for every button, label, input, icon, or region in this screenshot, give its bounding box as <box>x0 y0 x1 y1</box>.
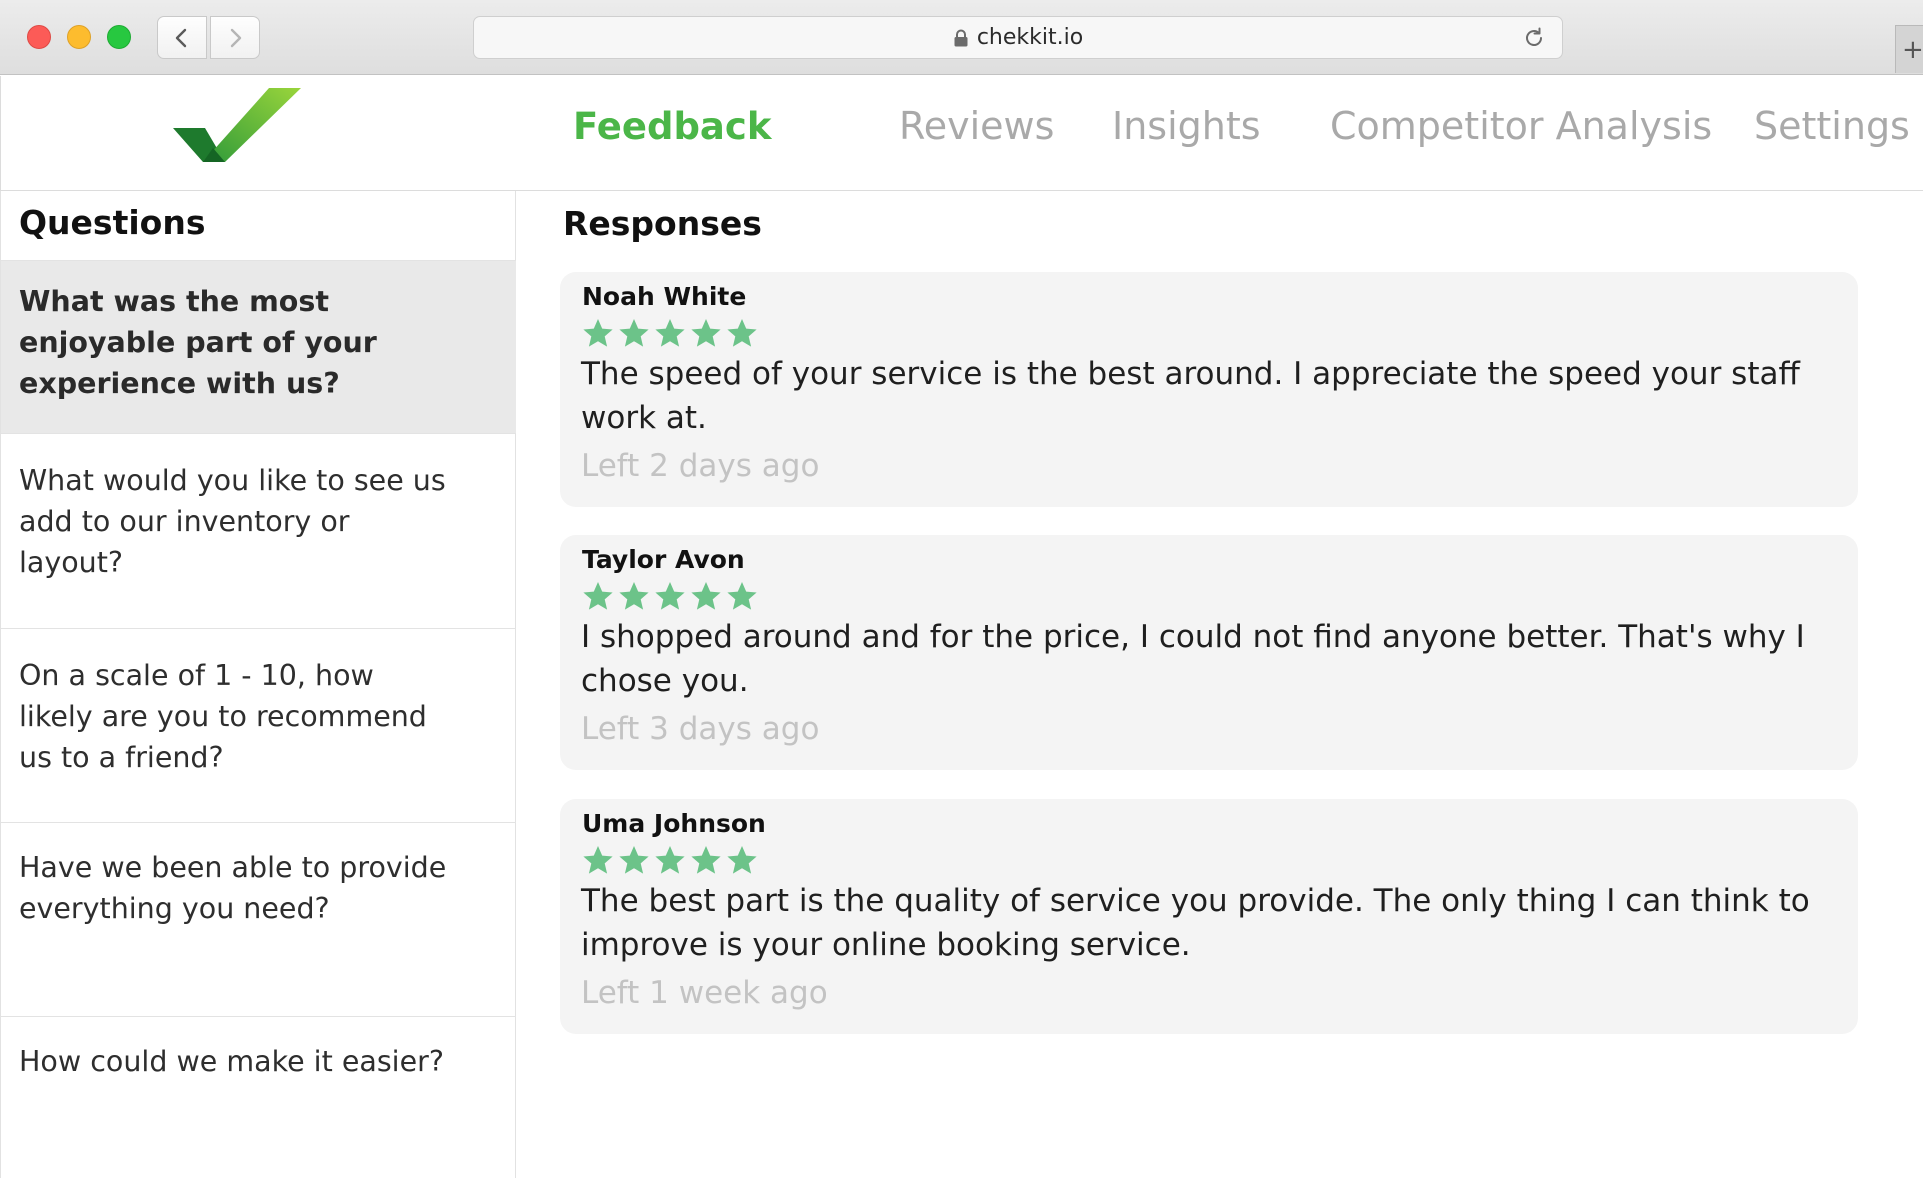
browser-toolbar: chekkit.io + <box>0 0 1923 75</box>
star-icon <box>619 846 649 874</box>
checkmark-logo[interactable] <box>173 88 303 170</box>
zoom-window-button[interactable] <box>107 25 131 49</box>
response-author: Taylor Avon <box>582 545 745 574</box>
nav-tab-feedback[interactable]: Feedback <box>573 105 771 148</box>
question-list: What was the most enjoyable part of your… <box>1 260 516 1178</box>
star-icon <box>727 582 757 610</box>
star-icon <box>691 582 721 610</box>
star-rating <box>582 581 758 612</box>
reload-icon[interactable] <box>1522 26 1546 50</box>
response-card: Taylor Avon I shopped around and for the… <box>560 535 1858 770</box>
star-icon <box>583 846 613 874</box>
response-author: Noah White <box>582 282 747 311</box>
response-timestamp: Left 3 days ago <box>581 711 820 747</box>
address-bar[interactable]: chekkit.io <box>473 16 1563 59</box>
chevron-right-icon <box>230 28 242 47</box>
question-text: What would you like to see us add to our… <box>19 464 446 579</box>
chevron-left-icon <box>175 28 187 47</box>
star-icon <box>619 582 649 610</box>
nav-tab-competitor-analysis[interactable]: Competitor Analysis <box>1330 104 1712 148</box>
question-text: What was the most enjoyable part of your… <box>19 285 377 400</box>
question-text: Have we been able to provide everything … <box>19 851 447 925</box>
response-card: Uma Johnson The best part is the quality… <box>560 799 1858 1034</box>
plus-icon: + <box>1902 34 1923 65</box>
response-timestamp: Left 2 days ago <box>581 448 820 484</box>
question-item[interactable]: What would you like to see us add to our… <box>1 433 516 628</box>
response-text: The speed of your service is the best ar… <box>581 356 1800 436</box>
questions-pane: Questions What was the most enjoyable pa… <box>0 191 516 1178</box>
app-header: Feedback Reviews Insights Competitor Ana… <box>0 76 1923 191</box>
lock-icon <box>954 29 968 46</box>
url-text: chekkit.io <box>976 25 1084 50</box>
close-window-button[interactable] <box>27 25 51 49</box>
response-timestamp: Left 1 week ago <box>581 975 828 1011</box>
question-item[interactable]: On a scale of 1 - 10, how likely are you… <box>1 628 516 822</box>
response-text: I shopped around and for the price, I co… <box>581 619 1805 699</box>
question-item[interactable]: What was the most enjoyable part of your… <box>1 260 516 433</box>
response-card: Noah White The speed of your service is … <box>560 272 1858 507</box>
back-button[interactable] <box>157 16 207 59</box>
response-author: Uma Johnson <box>582 809 766 838</box>
star-icon <box>691 846 721 874</box>
question-item[interactable]: Have we been able to provide everything … <box>1 822 516 1016</box>
star-icon <box>727 319 757 347</box>
star-rating <box>582 318 758 349</box>
star-icon <box>655 846 685 874</box>
star-icon <box>655 582 685 610</box>
responses-title: Responses <box>563 204 762 243</box>
star-icon <box>691 319 721 347</box>
response-text: The best part is the quality of service … <box>581 883 1810 963</box>
question-text: On a scale of 1 - 10, how likely are you… <box>19 659 427 774</box>
star-icon <box>727 846 757 874</box>
nav-tab-settings[interactable]: Settings <box>1754 104 1910 148</box>
new-tab-button[interactable]: + <box>1895 25 1923 73</box>
question-item[interactable]: How could we make it easier? <box>1 1016 516 1178</box>
star-icon <box>619 319 649 347</box>
question-text: How could we make it easier? <box>19 1045 444 1078</box>
star-rating <box>582 845 758 876</box>
questions-title: Questions <box>19 203 206 242</box>
star-icon <box>655 319 685 347</box>
nav-tab-reviews[interactable]: Reviews <box>899 104 1054 148</box>
star-icon <box>583 582 613 610</box>
forward-button[interactable] <box>210 16 260 59</box>
star-icon <box>583 319 613 347</box>
minimize-window-button[interactable] <box>67 25 91 49</box>
responses-pane: Responses Noah White The speed of your s… <box>517 191 1923 1178</box>
nav-tab-insights[interactable]: Insights <box>1112 104 1261 148</box>
